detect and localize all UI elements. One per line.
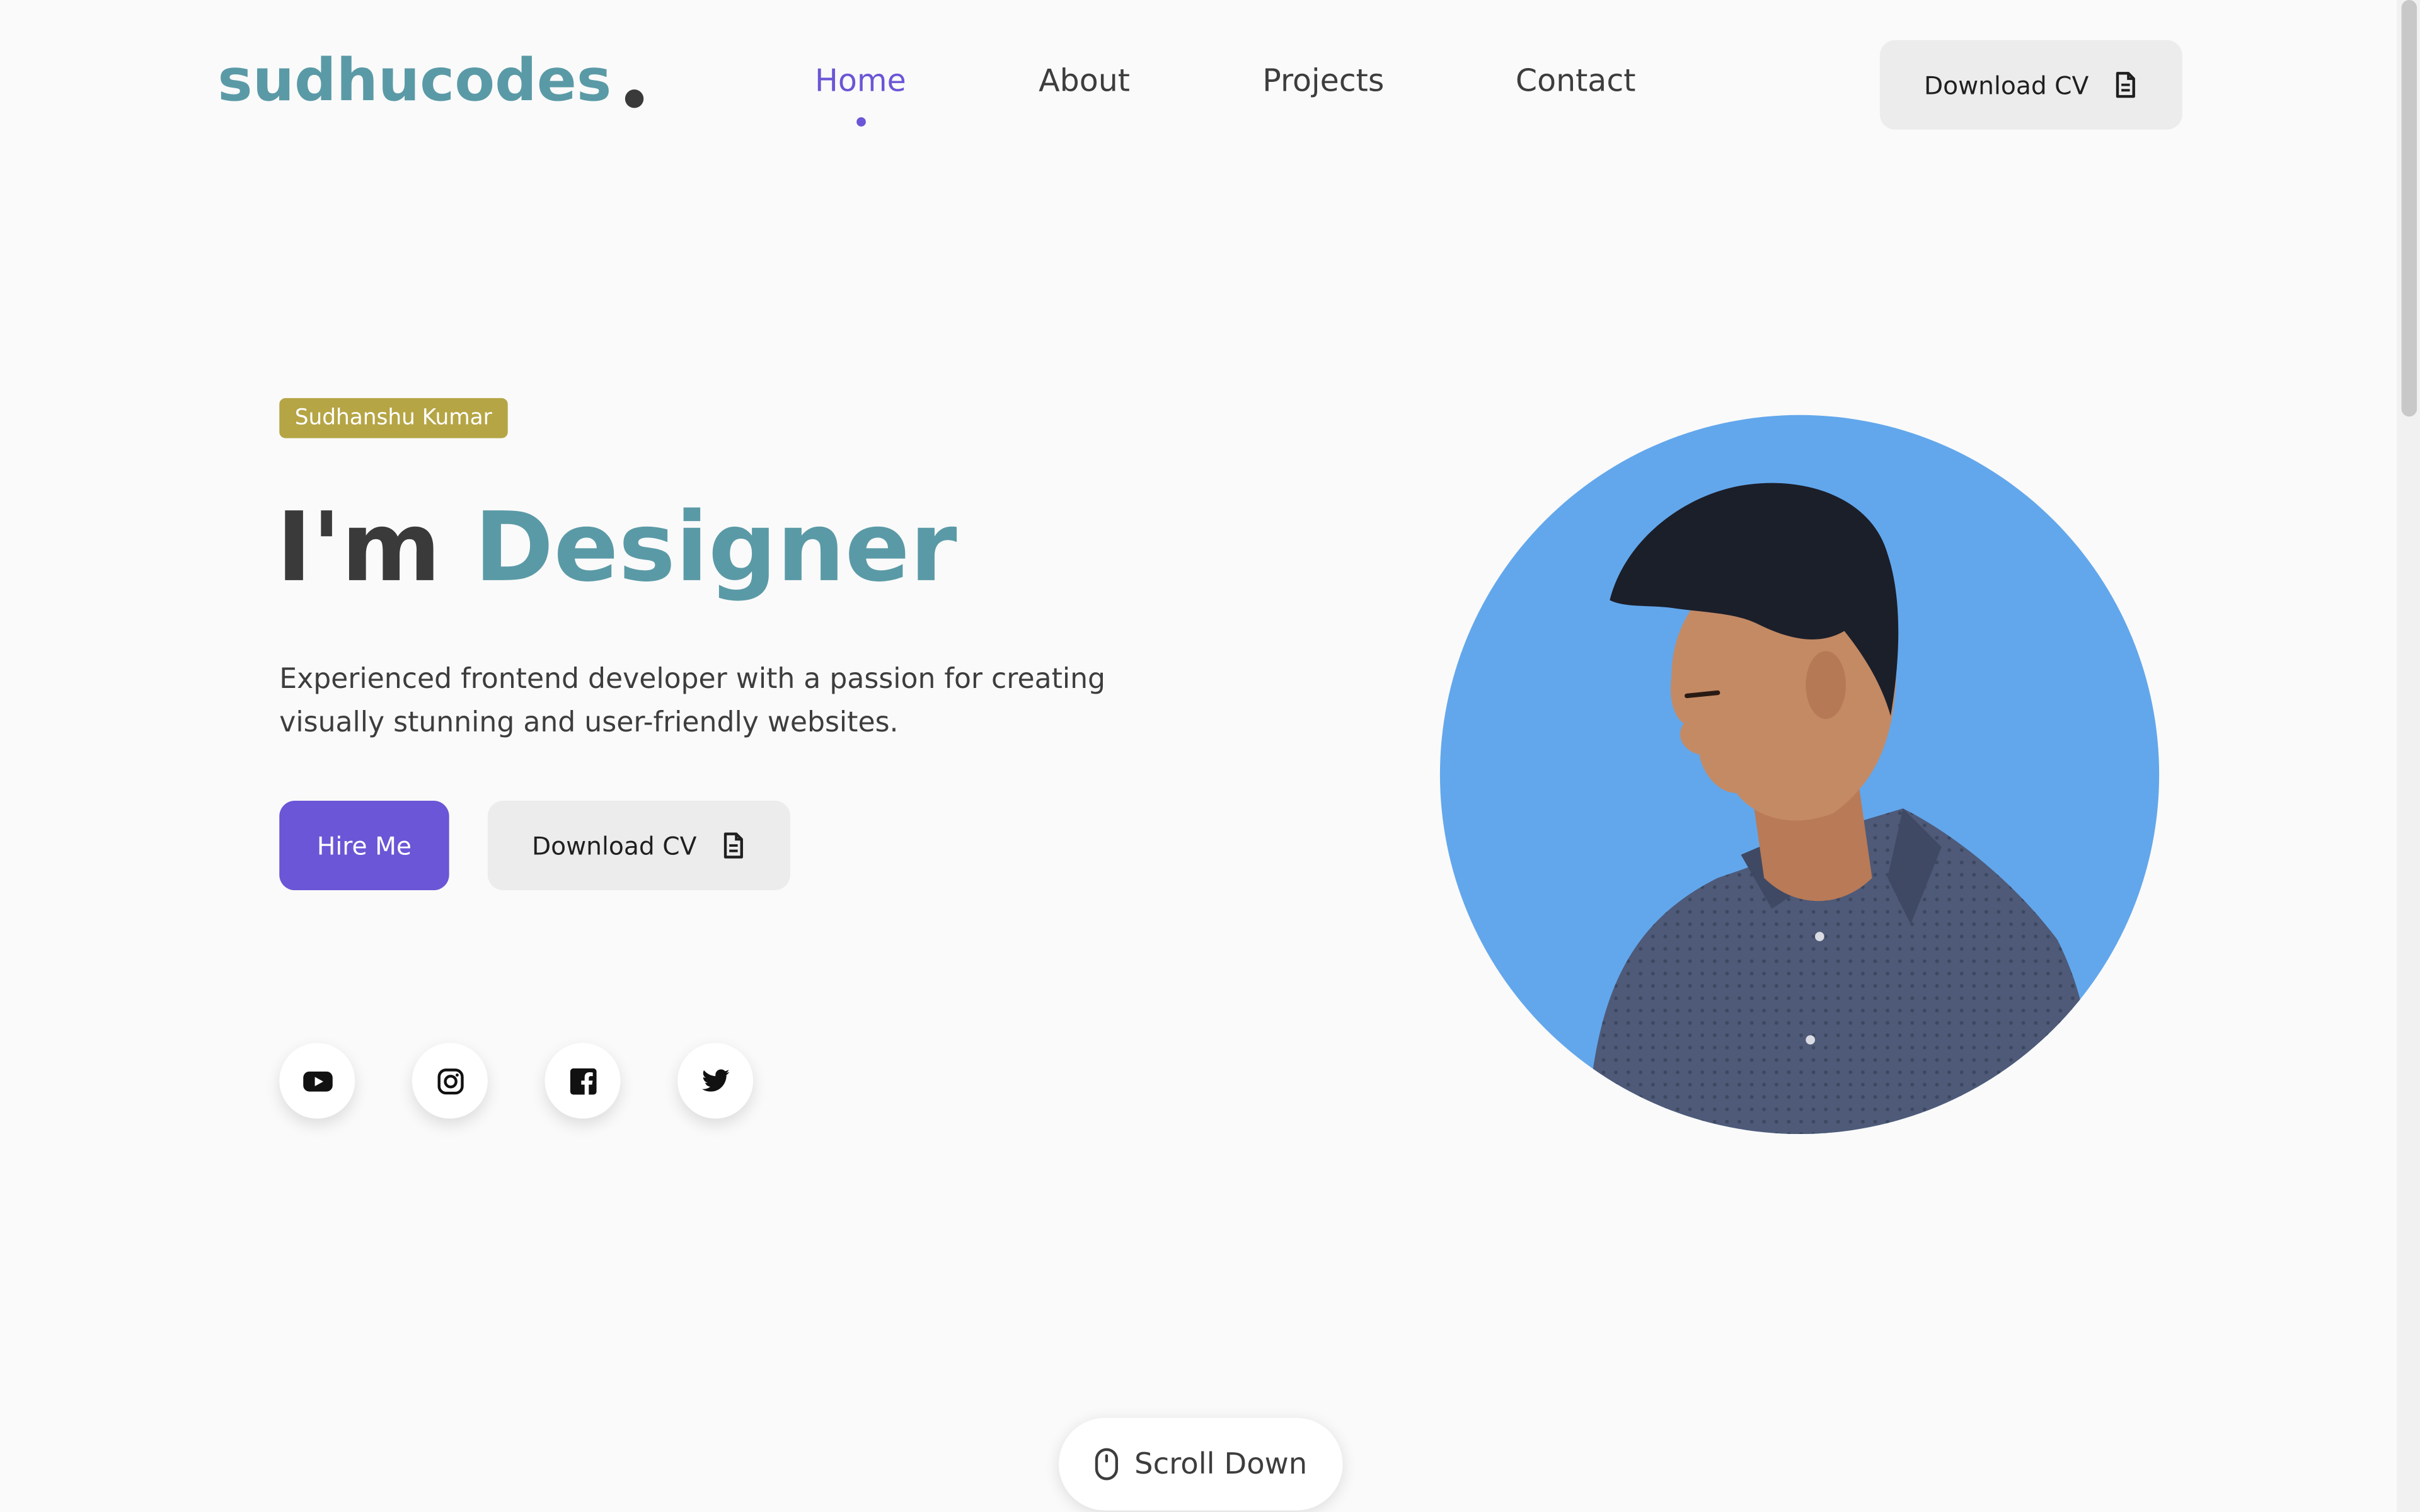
facebook-link[interactable] <box>544 1043 621 1119</box>
youtube-icon <box>302 1070 332 1091</box>
youtube-link[interactable] <box>279 1043 355 1119</box>
hero-description: Experienced frontend developer with a pa… <box>279 663 1106 740</box>
hero-download-cv-button[interactable]: Download CV <box>487 801 790 891</box>
download-cv-label: Download CV <box>531 830 697 861</box>
scroll-down-label: Scroll Down <box>1134 1447 1308 1482</box>
nav-item-label: About <box>1039 61 1130 99</box>
nav-item-label: Home <box>815 61 906 99</box>
scrollbar-thumb[interactable] <box>2401 0 2417 417</box>
scroll-down-button[interactable]: Scroll Down <box>1059 1418 1343 1511</box>
profile-photo <box>1439 415 2160 1135</box>
person-silhouette <box>1586 483 2091 1135</box>
twitter-icon <box>701 1069 729 1092</box>
hero-headline: I'm Designer <box>276 491 957 604</box>
active-indicator-dot <box>856 117 865 127</box>
hire-me-label: Hire Me <box>316 830 412 861</box>
instagram-link[interactable] <box>412 1043 488 1119</box>
nav-item-projects[interactable]: Projects <box>1262 62 1384 99</box>
name-badge: Sudhanshu Kumar <box>279 398 508 438</box>
facebook-icon <box>569 1067 596 1095</box>
twitter-link[interactable] <box>677 1043 754 1119</box>
file-document-icon <box>2114 71 2138 99</box>
nav-item-about[interactable]: About <box>1039 62 1130 99</box>
download-cv-label: Download CV <box>1923 70 2089 100</box>
file-document-icon <box>722 832 746 859</box>
nav-item-home[interactable]: Home <box>815 61 906 127</box>
nav-item-contact[interactable]: Contact <box>1516 62 1636 99</box>
mouse-icon <box>1095 1448 1119 1480</box>
instagram-icon <box>437 1067 463 1094</box>
hire-me-button[interactable]: Hire Me <box>279 801 449 891</box>
header-download-cv-button[interactable]: Download CV <box>1879 40 2182 130</box>
headline-prefix: I'm <box>276 490 441 604</box>
page: sudhucodes Home About Projects Contact D… <box>0 0 2420 1512</box>
headline-role: Designer <box>474 490 957 604</box>
nav-item-label: Contact <box>1515 61 1636 99</box>
nav-item-label: Projects <box>1262 61 1385 99</box>
